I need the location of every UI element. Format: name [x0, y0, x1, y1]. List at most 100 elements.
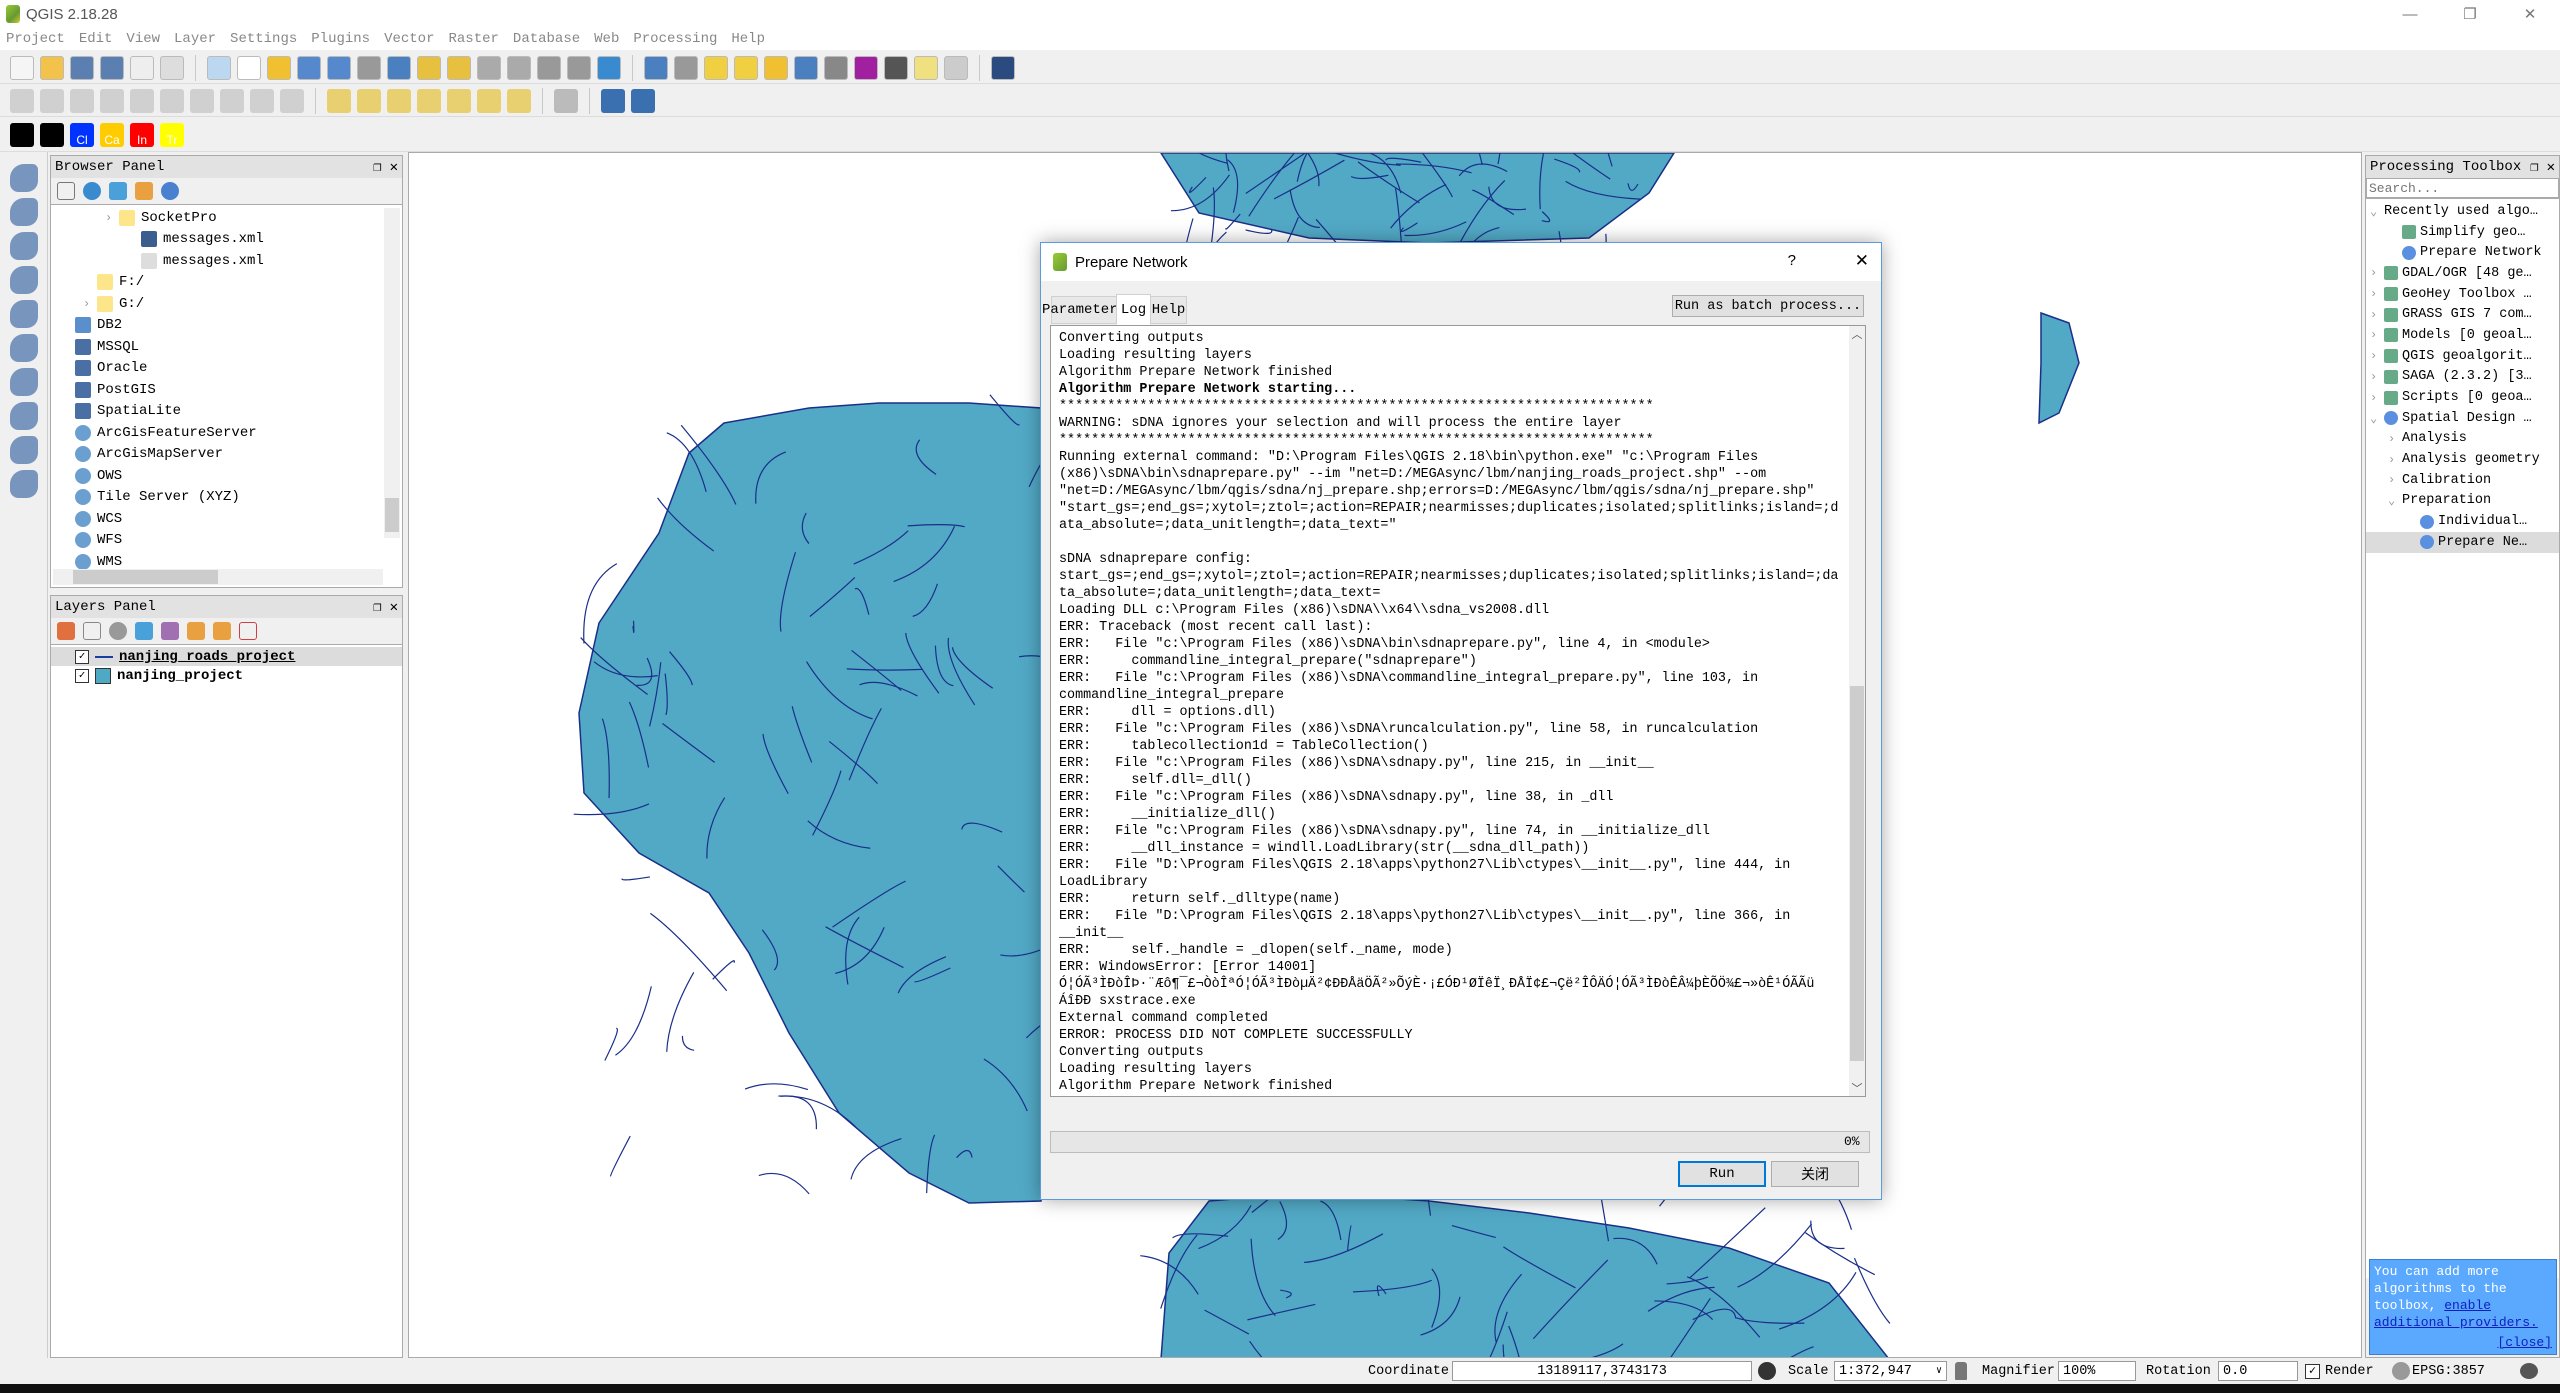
- map-tips-icon[interactable]: [914, 55, 938, 80]
- pan-icon[interactable]: [237, 55, 261, 80]
- chevron-right-icon[interactable]: ›: [2370, 349, 2384, 363]
- help-icon[interactable]: [991, 55, 1015, 80]
- toolbox-item[interactable]: › SAGA (2.3.2) [3…: [2366, 367, 2559, 388]
- log-output[interactable]: Converting outputs Loading resulting laye…: [1050, 325, 1866, 1097]
- browser-item[interactable]: SpatiaLite: [51, 401, 402, 423]
- menu-web[interactable]: Web: [594, 31, 619, 47]
- toolbox-item[interactable]: › GeoHey Toolbox …: [2366, 284, 2559, 305]
- log-scrollbar[interactable]: ︿ ﹀: [1849, 326, 1865, 1096]
- tab-help[interactable]: Help: [1150, 296, 1187, 324]
- node-tool-icon[interactable]: [160, 88, 184, 113]
- sdna-tool-4-icon[interactable]: In: [130, 122, 154, 147]
- tip-close-link[interactable]: [close]: [2497, 1334, 2552, 1351]
- browser-horizontal-scrollbar[interactable]: [53, 569, 383, 585]
- add-virtual-layer-icon[interactable]: [9, 436, 38, 464]
- current-edits-icon[interactable]: [10, 88, 34, 113]
- zoom-out-icon[interactable]: [327, 55, 351, 80]
- run-batch-button[interactable]: Run as batch process...: [1672, 295, 1864, 317]
- sdna-tool-3-icon[interactable]: Ca: [100, 122, 124, 147]
- field-calculator-icon[interactable]: [824, 55, 848, 80]
- close-dialog-button[interactable]: ✕: [1855, 251, 1869, 271]
- identify-icon[interactable]: [644, 55, 668, 80]
- chevron-down-icon[interactable]: ⌄: [2370, 204, 2384, 219]
- scroll-down-icon[interactable]: ﹀: [1849, 1080, 1865, 1096]
- filter-icon[interactable]: [109, 182, 127, 200]
- paste-features-icon[interactable]: [280, 88, 304, 113]
- toolbox-item[interactable]: ⌄ Recently used algo…: [2366, 201, 2559, 222]
- close-button[interactable]: 关闭: [1771, 1161, 1859, 1187]
- attribute-table-icon[interactable]: [794, 55, 818, 80]
- menu-edit[interactable]: Edit: [79, 31, 113, 47]
- sdna-accessibility-icon[interactable]: [631, 88, 655, 113]
- add-selected-icon[interactable]: [57, 182, 75, 200]
- zoom-native-icon[interactable]: [357, 55, 381, 80]
- browser-item[interactable]: Tile Server (XYZ): [51, 487, 402, 509]
- browser-item[interactable]: messages.xml: [51, 229, 402, 251]
- pin-labels-icon[interactable]: [387, 88, 411, 113]
- pan-to-selection-icon[interactable]: [267, 55, 291, 80]
- browser-item[interactable]: › SocketPro: [51, 207, 402, 229]
- float-icon[interactable]: ❐: [2530, 159, 2538, 176]
- collapse-all-icon[interactable]: [213, 622, 231, 640]
- toolbox-item[interactable]: › QGIS geoalgorit…: [2366, 346, 2559, 367]
- run-action-icon[interactable]: [674, 55, 698, 80]
- show-bookmarks-icon[interactable]: [567, 55, 591, 80]
- toolbox-item[interactable]: › Calibration: [2366, 470, 2559, 491]
- info-icon[interactable]: [161, 182, 179, 200]
- chevron-right-icon[interactable]: ›: [2370, 308, 2384, 322]
- browser-item[interactable]: OWS: [51, 465, 402, 487]
- close-panel-icon[interactable]: ✕: [390, 599, 398, 616]
- add-spatialite-layer-icon[interactable]: [9, 232, 38, 260]
- chevron-right-icon[interactable]: ›: [2388, 473, 2402, 487]
- new-print-composer-icon[interactable]: [130, 55, 154, 80]
- browser-item[interactable]: Oracle: [51, 358, 402, 380]
- float-icon[interactable]: ❐: [373, 599, 381, 616]
- deselect-icon[interactable]: [764, 55, 788, 80]
- tab-log[interactable]: Log: [1116, 294, 1151, 325]
- scale-combobox[interactable]: 1:372,947 ∨: [1834, 1361, 1947, 1381]
- scroll-up-icon[interactable]: ︿: [1849, 326, 1865, 342]
- toggle-extents-icon[interactable]: [1758, 1362, 1776, 1380]
- add-raster-layer-icon[interactable]: [9, 198, 38, 226]
- run-button[interactable]: Run: [1678, 1161, 1766, 1187]
- select-features-icon[interactable]: [704, 55, 728, 80]
- label-icon[interactable]: [327, 88, 351, 113]
- toolbox-item[interactable]: › GDAL/OGR [48 ge…: [2366, 263, 2559, 284]
- zoom-full-icon[interactable]: [387, 55, 411, 80]
- collapse-all-icon[interactable]: [135, 182, 153, 200]
- sdna-tool-2-icon[interactable]: Cl: [70, 122, 94, 147]
- coordinate-field[interactable]: 13189117,3743173: [1452, 1361, 1752, 1381]
- help-button[interactable]: ?: [1788, 252, 1796, 269]
- new-project-icon[interactable]: [10, 55, 34, 80]
- browser-item[interactable]: WCS: [51, 508, 402, 530]
- zoom-in-icon[interactable]: [297, 55, 321, 80]
- sdna-tool-0-icon[interactable]: [10, 122, 34, 147]
- save-project-icon[interactable]: [70, 55, 94, 80]
- layer-visibility-checkbox[interactable]: ✓: [75, 649, 89, 664]
- filter-expression-icon[interactable]: [161, 622, 179, 640]
- browser-item[interactable]: WFS: [51, 530, 402, 552]
- float-icon[interactable]: ❐: [373, 159, 381, 176]
- add-feature-icon[interactable]: [100, 88, 124, 113]
- layer-item[interactable]: ✓ nanjing_roads_project: [51, 647, 402, 666]
- chevron-right-icon[interactable]: ›: [2370, 370, 2384, 384]
- browser-item[interactable]: DB2: [51, 315, 402, 337]
- change-label-icon[interactable]: [507, 88, 531, 113]
- add-wms-layer-icon[interactable]: [9, 300, 38, 328]
- menu-processing[interactable]: Processing: [633, 31, 717, 47]
- browser-item[interactable]: ArcGisFeatureServer: [51, 422, 402, 444]
- toolbox-item[interactable]: Simplify geo…: [2366, 222, 2559, 243]
- toolbox-item[interactable]: › Models [0 geoal…: [2366, 325, 2559, 346]
- add-postgis-layer-icon[interactable]: [9, 266, 38, 294]
- add-wcs-layer-icon[interactable]: [9, 334, 38, 362]
- sdna-tool-1-icon[interactable]: [40, 122, 64, 147]
- messages-icon[interactable]: [2520, 1363, 2538, 1379]
- filter-icon[interactable]: [135, 622, 153, 640]
- composer-manager-icon[interactable]: [160, 55, 184, 80]
- zoom-last-icon[interactable]: [477, 55, 501, 80]
- add-vector-layer-icon[interactable]: [9, 164, 38, 192]
- menu-plugins[interactable]: Plugins: [311, 31, 370, 47]
- browser-item[interactable]: › G:/: [51, 293, 402, 315]
- new-bookmark-icon[interactable]: [537, 55, 561, 80]
- zoom-next-icon[interactable]: [507, 55, 531, 80]
